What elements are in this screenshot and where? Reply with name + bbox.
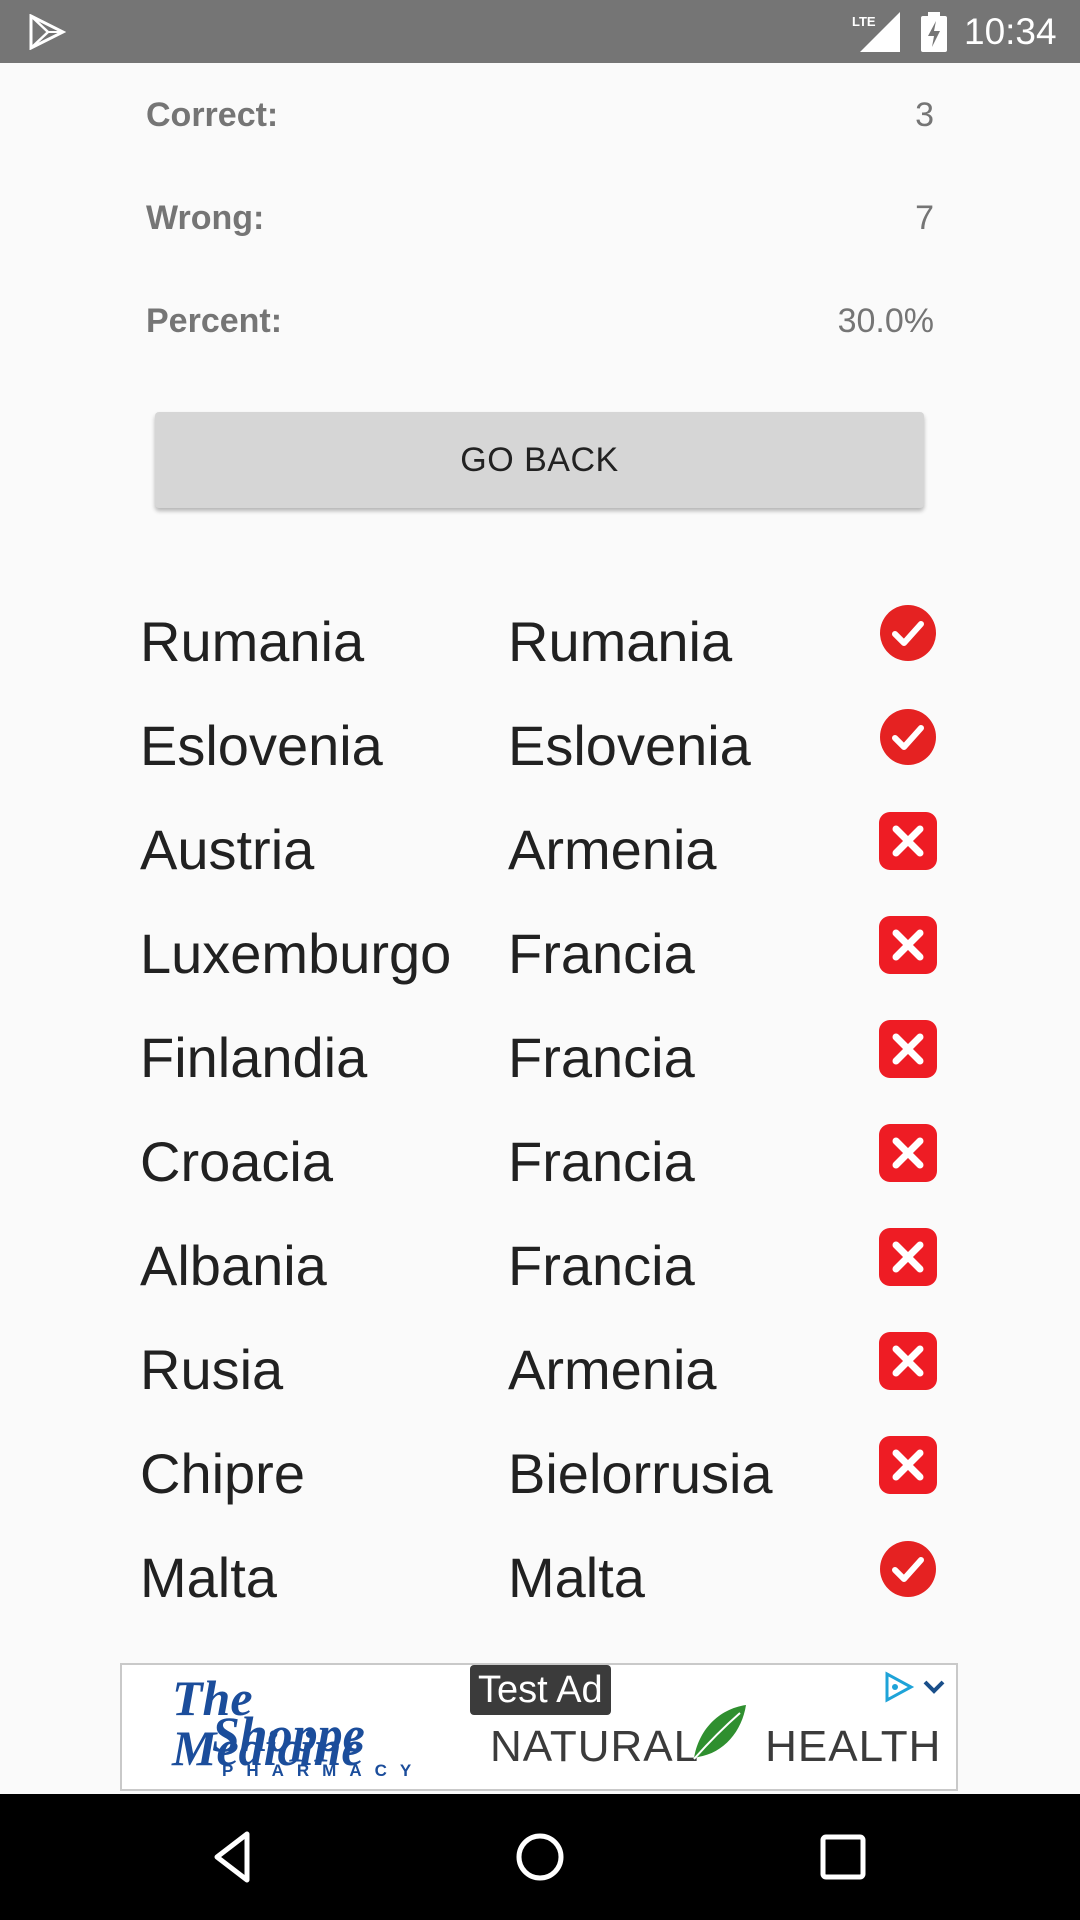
ad-choices-icon[interactable] xyxy=(882,1671,916,1703)
answered-country: Eslovenia xyxy=(508,714,751,777)
answered-country: Armenia xyxy=(508,1338,717,1401)
wrong-value: 7 xyxy=(915,199,934,237)
battery-charging-icon xyxy=(921,12,947,52)
question-country: Austria xyxy=(140,818,315,881)
ad-headline-left: NATURAL xyxy=(490,1722,700,1771)
correct-label: Correct: xyxy=(146,96,279,134)
result-row: Rumania Rumania xyxy=(0,597,1080,701)
answered-country: Rumania xyxy=(508,610,733,673)
home-icon[interactable] xyxy=(507,1824,573,1890)
question-country: Albania xyxy=(140,1234,327,1297)
result-row: Luxemburgo Francia xyxy=(0,909,1080,1013)
percent-label: Percent: xyxy=(146,302,283,340)
chevron-down-icon[interactable] xyxy=(922,1677,946,1697)
result-row: Chipre Bielorrusia xyxy=(0,1429,1080,1533)
play-store-icon xyxy=(29,14,66,50)
question-country: Chipre xyxy=(140,1442,305,1505)
percent-value: 30.0% xyxy=(837,302,934,340)
correct-row: Correct: 3 xyxy=(146,85,934,145)
wrong-cross-icon xyxy=(879,1436,937,1494)
answered-country: Armenia xyxy=(508,818,717,881)
answered-country: Francia xyxy=(508,1026,695,1089)
wrong-cross-icon xyxy=(879,1332,937,1390)
answered-country: Francia xyxy=(508,1130,695,1193)
status-bar: LTE 10:34 xyxy=(0,0,1080,63)
ad-logo: The Medicine Shoppe PHARMACY xyxy=(172,1670,425,1780)
wrong-row: Wrong: 7 xyxy=(146,188,934,248)
navigation-bar xyxy=(0,1794,1080,1920)
result-row: Malta Malta xyxy=(0,1533,1080,1637)
question-country: Malta xyxy=(140,1546,277,1609)
go-back-button[interactable]: GO BACK xyxy=(155,412,924,508)
question-country: Rusia xyxy=(140,1338,284,1401)
question-country: Rumania xyxy=(140,610,365,673)
result-row: Finlandia Francia xyxy=(0,1013,1080,1117)
leaf-icon xyxy=(693,1705,746,1760)
question-country: Eslovenia xyxy=(140,714,383,777)
wrong-cross-icon xyxy=(879,1020,937,1078)
lte-signal-icon: LTE xyxy=(852,12,900,52)
answered-country: Francia xyxy=(508,922,695,985)
result-row: Croacia Francia xyxy=(0,1117,1080,1221)
correct-value: 3 xyxy=(915,96,934,134)
question-country: Croacia xyxy=(140,1130,333,1193)
result-row: Albania Francia xyxy=(0,1221,1080,1325)
result-row: Austria Armenia xyxy=(0,805,1080,909)
result-row: Rusia Armenia xyxy=(0,1325,1080,1429)
wrong-cross-icon xyxy=(879,1228,937,1286)
results-list: Rumania Rumania Eslovenia Eslovenia Austria A… xyxy=(0,597,1080,1637)
correct-check-icon xyxy=(880,709,936,765)
answered-country: Malta xyxy=(508,1546,645,1609)
ad-banner[interactable]: The Medicine Shoppe PHARMACY Test Ad NAT… xyxy=(120,1663,958,1791)
correct-check-icon xyxy=(880,605,936,661)
back-icon[interactable] xyxy=(203,1824,269,1890)
wrong-cross-icon xyxy=(879,812,937,870)
result-row: Eslovenia Eslovenia xyxy=(0,701,1080,805)
percent-row: Percent: 30.0% xyxy=(146,291,934,351)
question-country: Luxemburgo xyxy=(140,922,452,985)
question-country: Finlandia xyxy=(140,1026,368,1089)
answered-country: Francia xyxy=(508,1234,695,1297)
status-clock: 10:34 xyxy=(964,11,1057,52)
test-ad-label: Test Ad xyxy=(470,1665,611,1715)
ad-headline-right: HEALTH xyxy=(765,1722,942,1771)
recents-icon[interactable] xyxy=(810,1824,876,1890)
wrong-label: Wrong: xyxy=(146,199,265,237)
correct-check-icon xyxy=(880,1541,936,1597)
wrong-cross-icon xyxy=(879,1124,937,1182)
lte-label: LTE xyxy=(852,14,876,29)
wrong-cross-icon xyxy=(879,916,937,974)
answered-country: Bielorrusia xyxy=(508,1442,773,1505)
